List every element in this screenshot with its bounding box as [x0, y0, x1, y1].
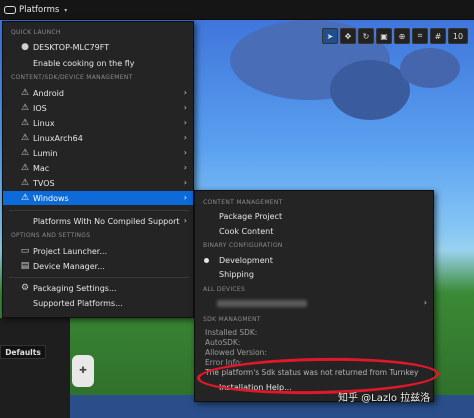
menu-item-label: LinuxArch64 — [33, 133, 83, 143]
warning-icon: ⚠ — [20, 148, 30, 158]
cook-content-item[interactable]: Cook Content — [195, 225, 433, 238]
menu-item-label: Windows — [33, 193, 69, 203]
menu-item-label: Enable cooking on the fly — [33, 58, 135, 68]
menu-item-mac[interactable]: ⚠ Mac › — [3, 161, 193, 175]
section-content-management: CONTENT MANAGEMENT — [203, 199, 283, 206]
warning-icon: ⚠ — [20, 118, 30, 128]
grid-icon[interactable]: # — [430, 28, 446, 44]
scene-object — [400, 48, 460, 88]
warning-icon: ⚠ — [20, 193, 30, 203]
menu-item-tvos[interactable]: ⚠ TVOS › — [3, 176, 193, 190]
menu-item-label: Supported Platforms... — [33, 298, 123, 308]
menu-item-label: IOS — [33, 103, 47, 113]
menu-item-lumin[interactable]: ⚠ Lumin › — [3, 146, 193, 160]
platforms-menu: QUICK LAUNCH ● DESKTOP-MLC79FT Enable co… — [2, 21, 194, 318]
warning-icon: ⚠ — [20, 88, 30, 98]
sub-item-label: Package Project — [219, 212, 283, 221]
watermark: 知乎 @Lazlo 拉兹洛 — [338, 393, 431, 404]
blurred-device-name — [217, 300, 307, 307]
settings-icon: ⚙ — [20, 283, 30, 293]
cursor-icon[interactable]: ➤ — [322, 28, 338, 44]
device-entry[interactable]: › — [195, 297, 433, 310]
chevron-right-icon: › — [183, 216, 187, 225]
installed-sdk-label: Installed SDK: — [205, 328, 258, 337]
divider — [9, 210, 189, 211]
menu-item-windows[interactable]: ⚠ Windows › — [3, 191, 193, 205]
device-manager-icon: ▤ — [20, 261, 30, 271]
menu-item-no-compiled-support[interactable]: Platforms With No Compiled Support › — [3, 214, 193, 228]
binary-shipping-option[interactable]: Shipping — [195, 268, 433, 281]
sub-item-label: Cook Content — [219, 227, 274, 236]
menu-item-label: Mac — [33, 163, 50, 173]
grid-size-value[interactable]: 10 — [448, 28, 468, 44]
radio-selected-icon — [204, 258, 209, 263]
scale-icon[interactable]: ▣ — [376, 28, 392, 44]
menu-item-linuxarch64[interactable]: ⚠ LinuxArch64 › — [3, 131, 193, 145]
warning-icon: ⚠ — [20, 163, 30, 173]
scene-object — [330, 60, 410, 120]
menu-item-label: Device Manager... — [33, 261, 105, 271]
chevron-right-icon: › — [183, 148, 187, 157]
menu-item-device[interactable]: ● DESKTOP-MLC79FT — [3, 40, 193, 54]
menu-item-device-manager[interactable]: ▤ Device Manager... — [3, 259, 193, 273]
section-options: OPTIONS AND SETTINGS — [11, 232, 91, 239]
menu-item-cook-on-fly[interactable]: Enable cooking on the fly — [3, 56, 193, 70]
section-all-devices: ALL DEVICES — [203, 286, 246, 293]
chevron-right-icon: › — [183, 193, 187, 202]
chevron-down-icon: ▾ — [64, 6, 68, 14]
menu-item-packaging-settings[interactable]: ⚙ Packaging Settings... — [3, 281, 193, 295]
sub-item-label: Development — [219, 256, 273, 265]
warning-icon: ⚠ — [20, 178, 30, 188]
menu-item-linux[interactable]: ⚠ Linux › — [3, 116, 193, 130]
warning-icon: ⚠ — [20, 103, 30, 113]
launcher-icon: ▭ — [20, 246, 30, 256]
transform-tools: ➤ ✥ ↻ ▣ ⊕ ⌗ # 10 — [322, 28, 468, 44]
chevron-right-icon: › — [183, 88, 187, 97]
section-quick-launch: QUICK LAUNCH — [11, 29, 61, 36]
menu-item-ios[interactable]: ⚠ IOS › — [3, 101, 193, 115]
details-panel — [0, 318, 70, 418]
autosdk-label: AutoSDK: — [205, 338, 241, 347]
chevron-right-icon: › — [183, 118, 187, 127]
chevron-right-icon: › — [183, 163, 187, 172]
snap-icon[interactable]: ⌗ — [412, 28, 428, 44]
menu-item-label: Packaging Settings... — [33, 283, 117, 293]
allowed-version-label: Allowed Version: — [205, 348, 267, 357]
sub-item-label: Shipping — [219, 270, 254, 279]
menu-item-label: Platforms With No Compiled Support — [33, 216, 180, 226]
menu-item-label: Project Launcher... — [33, 246, 107, 256]
globe-icon[interactable]: ⊕ — [394, 28, 410, 44]
menu-item-label: Lumin — [33, 148, 58, 158]
device-dot-icon: ● — [21, 42, 29, 52]
chevron-right-icon: › — [183, 178, 187, 187]
section-binary-config: BINARY CONFIGURATION — [203, 242, 283, 249]
gamepad-actor-icon: ✚ — [72, 355, 94, 387]
menu-item-label: TVOS — [33, 178, 55, 188]
binary-development-option[interactable]: Development — [195, 254, 433, 267]
menu-item-label: Android — [33, 88, 64, 98]
menu-item-project-launcher[interactable]: ▭ Project Launcher... — [3, 244, 193, 258]
menu-item-android[interactable]: ⚠ Android › — [3, 86, 193, 100]
chevron-right-icon: › — [423, 298, 427, 307]
rotate-icon[interactable]: ↻ — [358, 28, 374, 44]
platforms-label: Platforms — [19, 5, 60, 15]
package-project-item[interactable]: Package Project — [195, 210, 433, 223]
warning-icon: ⚠ — [20, 133, 30, 143]
defaults-label[interactable]: Defaults — [0, 345, 46, 359]
section-sdk-management: SDK MANAGMENT — [203, 316, 261, 323]
move-icon[interactable]: ✥ — [340, 28, 356, 44]
menu-item-supported-platforms[interactable]: Supported Platforms... — [3, 296, 193, 310]
platforms-button[interactable]: Platforms ▾ — [4, 3, 67, 17]
menu-item-label: Linux — [33, 118, 55, 128]
section-content-sdk: CONTENT/SDK/DEVICE MANAGEMENT — [11, 74, 133, 81]
divider — [9, 277, 189, 278]
menu-item-label: DESKTOP-MLC79FT — [33, 42, 110, 52]
chevron-right-icon: › — [183, 103, 187, 112]
gamepad-icon — [4, 6, 16, 14]
viewport-toolbar: Platforms ▾ — [0, 0, 474, 20]
chevron-right-icon: › — [183, 133, 187, 142]
